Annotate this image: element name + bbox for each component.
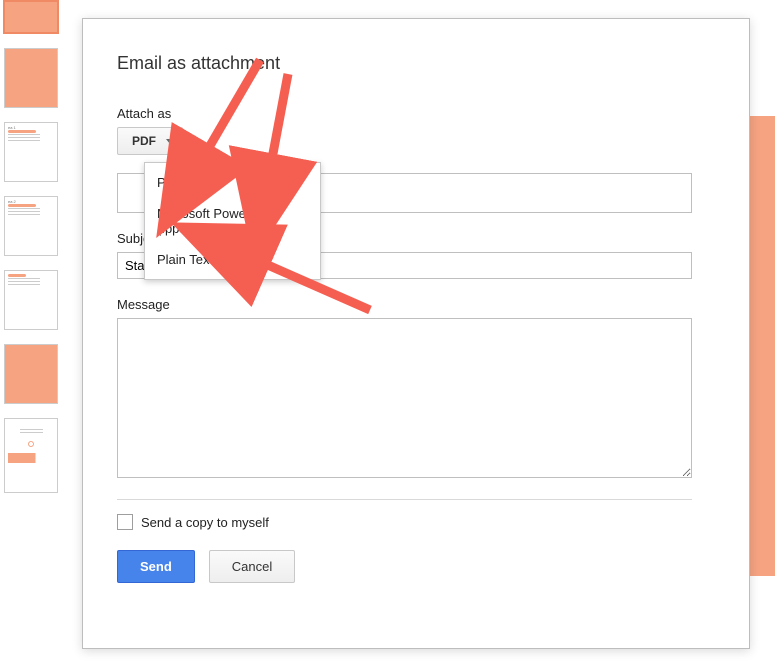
dialog-title: Email as attachment xyxy=(117,53,715,74)
slide-thumbnail-panel: ea 1 ea 2 xyxy=(0,0,63,670)
thumb-label: ea 2 xyxy=(8,199,16,204)
thumb-label: ea 1 xyxy=(8,125,16,130)
thumbnail-slide-2[interactable] xyxy=(4,48,58,108)
thumbnail-slide-5[interactable] xyxy=(4,270,58,330)
email-attachment-dialog: Email as attachment Attach as PDF Subjec… xyxy=(82,18,750,649)
attach-as-selected: PDF xyxy=(132,134,156,148)
dropdown-option-plain-text[interactable]: Plain Text xyxy=(145,244,320,275)
message-field[interactable] xyxy=(117,318,692,478)
divider xyxy=(117,499,692,500)
attach-as-label: Attach as xyxy=(117,106,715,121)
attach-as-dropdown-button[interactable]: PDF xyxy=(117,127,183,155)
thumbnail-slide-6[interactable] xyxy=(4,344,58,404)
thumbnail-slide-1[interactable] xyxy=(3,0,59,34)
attach-as-dropdown-list: PDF Microsoft PowerPoint (.pptx) Plain T… xyxy=(144,162,321,280)
send-copy-checkbox-row[interactable]: Send a copy to myself xyxy=(117,514,715,530)
canvas-accent xyxy=(750,116,775,576)
dropdown-option-pdf[interactable]: PDF xyxy=(145,167,320,198)
checkbox-icon xyxy=(117,514,133,530)
dropdown-option-pptx[interactable]: Microsoft PowerPoint (.pptx) xyxy=(145,198,320,244)
message-label: Message xyxy=(117,297,715,312)
thumbnail-slide-7[interactable] xyxy=(4,418,58,493)
send-copy-label: Send a copy to myself xyxy=(141,515,269,530)
chevron-down-icon xyxy=(166,139,174,144)
thumbnail-slide-4[interactable]: ea 2 xyxy=(4,196,58,256)
thumbnail-slide-3[interactable]: ea 1 xyxy=(4,122,58,182)
send-button[interactable]: Send xyxy=(117,550,195,583)
cancel-button[interactable]: Cancel xyxy=(209,550,295,583)
